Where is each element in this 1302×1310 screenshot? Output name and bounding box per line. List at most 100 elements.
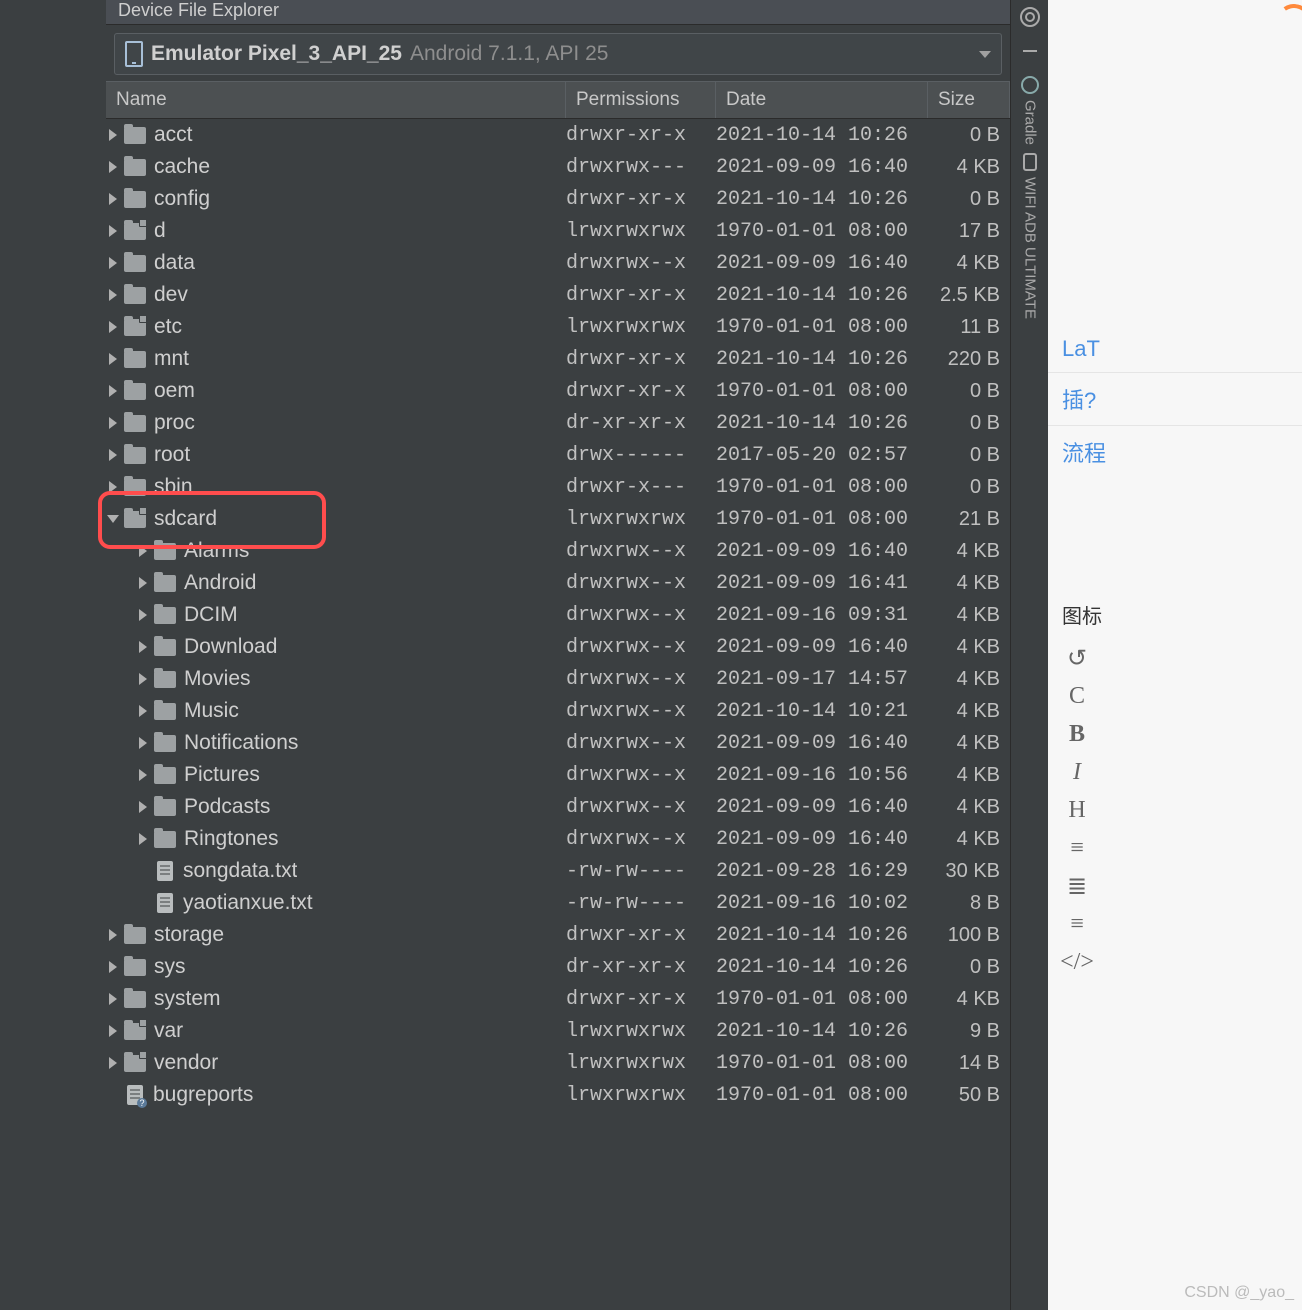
file-row-data[interactable]: datadrwxrwx--x2021-09-09 16:404 KB xyxy=(106,247,1010,279)
file-row-pictures[interactable]: Picturesdrwxrwx--x2021-09-16 10:564 KB xyxy=(106,759,1010,791)
expand-arrow-icon xyxy=(109,225,117,237)
file-name: storage xyxy=(154,923,224,947)
gradle-tool[interactable]: Gradle xyxy=(1021,76,1039,145)
file-date: 2021-09-17 14:57 xyxy=(716,668,928,691)
folder-icon xyxy=(124,415,146,432)
file-date: 2021-09-09 16:40 xyxy=(716,156,928,179)
format-glyph-8[interactable]: </> xyxy=(1062,947,1092,977)
expand-arrow-icon xyxy=(109,481,117,493)
file-date: 1970-01-01 08:00 xyxy=(716,316,928,339)
minimize-button[interactable] xyxy=(1011,34,1049,68)
file-permissions: lrwxrwxrwx xyxy=(566,1020,716,1043)
file-size: 30 KB xyxy=(928,860,1010,883)
folder-link-icon xyxy=(124,511,146,528)
file-row-android[interactable]: Androiddrwxrwx--x2021-09-09 16:414 KB xyxy=(106,567,1010,599)
device-subtitle: Android 7.1.1, API 25 xyxy=(410,42,608,66)
device-selector[interactable]: Emulator Pixel_3_API_25 Android 7.1.1, A… xyxy=(114,33,1002,75)
file-row-sbin[interactable]: sbindrwxr-x---1970-01-01 08:000 B xyxy=(106,471,1010,503)
file-name: songdata.txt xyxy=(183,859,297,883)
file-row-movies[interactable]: Moviesdrwxrwx--x2021-09-17 14:574 KB xyxy=(106,663,1010,695)
format-glyph-4[interactable]: H xyxy=(1062,795,1092,825)
folder-icon xyxy=(124,159,146,176)
file-size: 0 B xyxy=(928,412,1010,435)
format-glyph-3[interactable]: I xyxy=(1062,757,1092,787)
file-row-oem[interactable]: oemdrwxr-xr-x1970-01-01 08:000 B xyxy=(106,375,1010,407)
file-row-var[interactable]: varlrwxrwxrwx2021-10-14 10:269 B xyxy=(106,1015,1010,1047)
file-row-yaotianxue.txt[interactable]: yaotianxue.txt-rw-rw----2021-09-16 10:02… xyxy=(106,887,1010,919)
file-row-alarms[interactable]: Alarmsdrwxrwx--x2021-09-09 16:404 KB xyxy=(106,535,1010,567)
file-name: etc xyxy=(154,315,182,339)
side-link-latex[interactable]: LaT xyxy=(1048,330,1302,368)
file-row-acct[interactable]: acctdrwxr-xr-x2021-10-14 10:260 B xyxy=(106,119,1010,151)
file-row-ringtones[interactable]: Ringtonesdrwxrwx--x2021-09-09 16:404 KB xyxy=(106,823,1010,855)
file-row-system[interactable]: systemdrwxr-xr-x1970-01-01 08:004 KB xyxy=(106,983,1010,1015)
collapse-arrow-icon xyxy=(107,515,119,523)
file-row-sdcard[interactable]: sdcardlrwxrwxrwx1970-01-01 08:0021 B xyxy=(106,503,1010,535)
device-name: Emulator Pixel_3_API_25 xyxy=(151,42,402,66)
file-name: Podcasts xyxy=(184,795,270,819)
file-icon xyxy=(157,861,173,881)
expand-arrow-icon xyxy=(139,609,147,621)
format-glyph-2[interactable]: B xyxy=(1062,719,1092,749)
file-size: 4 KB xyxy=(928,700,1010,723)
file-permissions: drwxrwx--x xyxy=(566,828,716,851)
file-date: 2021-09-09 16:40 xyxy=(716,540,928,563)
plug-icon xyxy=(1023,153,1037,171)
file-row-download[interactable]: Downloaddrwxrwx--x2021-09-09 16:404 KB xyxy=(106,631,1010,663)
file-name: sbin xyxy=(154,475,193,499)
file-row-etc[interactable]: etc lrwxrwxrwx1970-01-01 08:0011 B xyxy=(106,311,1010,343)
column-name[interactable]: Name xyxy=(106,82,566,118)
file-row-notifications[interactable]: Notificationsdrwxrwx--x2021-09-09 16:404… xyxy=(106,727,1010,759)
column-permissions[interactable]: Permissions xyxy=(566,82,716,118)
file-size: 8 B xyxy=(928,892,1010,915)
format-glyph-0[interactable]: ↺ xyxy=(1062,643,1092,673)
column-size[interactable]: Size xyxy=(928,82,1010,118)
expand-arrow-icon xyxy=(139,545,147,557)
file-row-storage[interactable]: storagedrwxr-xr-x2021-10-14 10:26100 B xyxy=(106,919,1010,951)
file-permissions: drwxr-xr-x xyxy=(566,924,716,947)
file-size: 4 KB xyxy=(928,636,1010,659)
file-row-config[interactable]: configdrwxr-xr-x2021-10-14 10:260 B xyxy=(106,183,1010,215)
file-row-sys[interactable]: sysdr-xr-xr-x2021-10-14 10:260 B xyxy=(106,951,1010,983)
file-date: 2021-10-14 10:26 xyxy=(716,412,928,435)
file-row-dcim[interactable]: DCIMdrwxrwx--x2021-09-16 09:314 KB xyxy=(106,599,1010,631)
file-name: Music xyxy=(184,699,239,723)
file-row-vendor[interactable]: vendorlrwxrwxrwx1970-01-01 08:0014 B xyxy=(106,1047,1010,1079)
file-row-songdata.txt[interactable]: songdata.txt-rw-rw----2021-09-28 16:2930… xyxy=(106,855,1010,887)
file-permissions: drwxr-x--- xyxy=(566,476,716,499)
file-row-cache[interactable]: cachedrwxrwx---2021-09-09 16:404 KB xyxy=(106,151,1010,183)
file-row-podcasts[interactable]: Podcastsdrwxrwx--x2021-09-09 16:404 KB xyxy=(106,791,1010,823)
file-size: 2.5 KB xyxy=(928,284,1010,307)
side-link-flow[interactable]: 流程 xyxy=(1048,430,1302,474)
file-row-bugreports[interactable]: bugreportslrwxrwxrwx1970-01-01 08:0050 B xyxy=(106,1079,1010,1111)
file-row-mnt[interactable]: mntdrwxr-xr-x2021-10-14 10:26220 B xyxy=(106,343,1010,375)
file-permissions: dr-xr-xr-x xyxy=(566,412,716,435)
file-permissions: lrwxrwxrwx xyxy=(566,1084,716,1107)
file-permissions: drwxrwx--x xyxy=(566,604,716,627)
side-link-plugin[interactable]: 插? xyxy=(1048,377,1302,421)
format-glyph-7[interactable]: ≡ xyxy=(1062,909,1092,939)
file-size: 4 KB xyxy=(928,828,1010,851)
file-date: 1970-01-01 08:00 xyxy=(716,988,928,1011)
file-name: Ringtones xyxy=(184,827,279,851)
folder-icon xyxy=(124,127,146,144)
format-glyph-6[interactable]: ≣ xyxy=(1062,871,1092,901)
file-size: 0 B xyxy=(928,188,1010,211)
file-row-proc[interactable]: procdr-xr-xr-x2021-10-14 10:260 B xyxy=(106,407,1010,439)
format-glyph-5[interactable]: ≡ xyxy=(1062,833,1092,863)
file-size: 11 B xyxy=(928,316,1010,339)
file-row-root[interactable]: rootdrwx------2017-05-20 02:570 B xyxy=(106,439,1010,471)
folder-link-icon xyxy=(124,1023,146,1040)
file-name: d xyxy=(154,219,166,243)
folder-icon xyxy=(124,959,146,976)
file-row-dev[interactable]: devdrwxr-xr-x2021-10-14 10:262.5 KB xyxy=(106,279,1010,311)
format-glyph-1[interactable]: C xyxy=(1062,681,1092,711)
settings-button[interactable] xyxy=(1011,0,1049,34)
panel-title: Device File Explorer xyxy=(118,0,279,21)
file-row-music[interactable]: Musicdrwxrwx--x2021-10-14 10:214 KB xyxy=(106,695,1010,727)
file-row-d[interactable]: dlrwxrwxrwx1970-01-01 08:0017 B xyxy=(106,215,1010,247)
column-date[interactable]: Date xyxy=(716,82,928,118)
wifi-adb-tool[interactable]: WIFI ADB ULTIMATE xyxy=(1022,153,1039,319)
file-permissions: lrwxrwxrwx xyxy=(566,316,716,339)
file-permissions: dr-xr-xr-x xyxy=(566,956,716,979)
